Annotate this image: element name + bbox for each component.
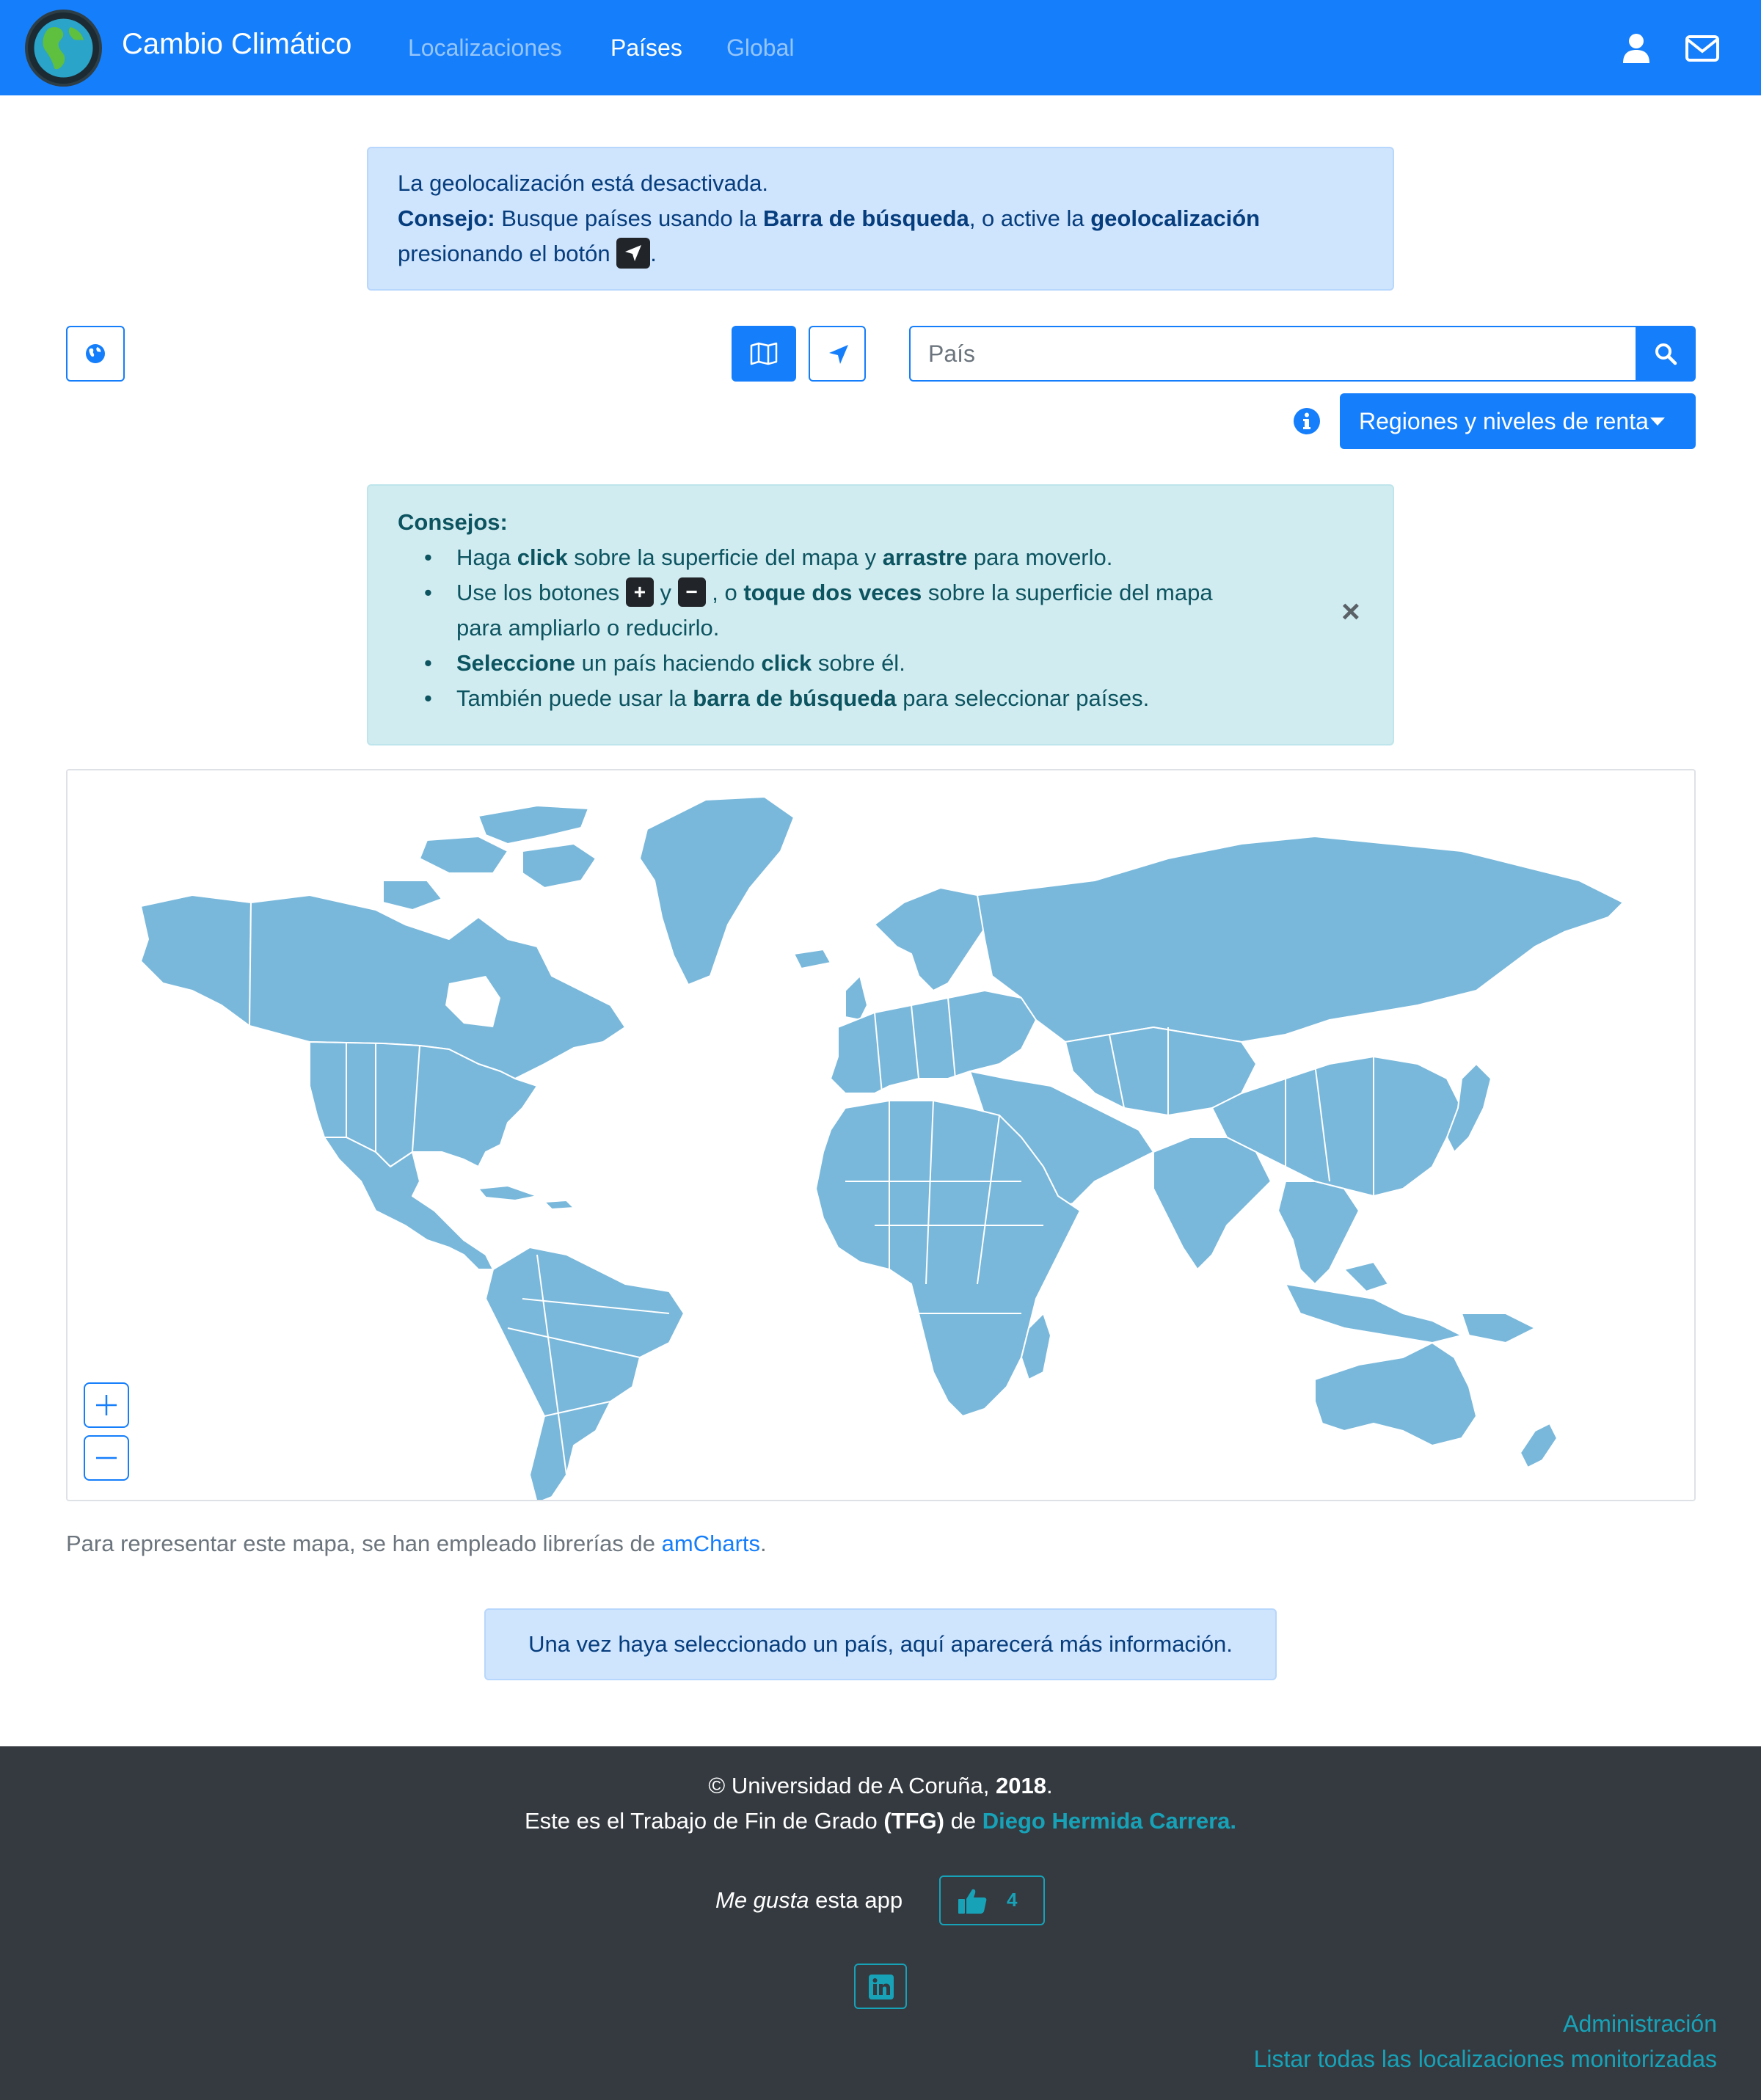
tips-title: Consejos: [398, 509, 508, 535]
nav-link-paises[interactable]: Países [610, 34, 682, 62]
admin-link[interactable]: Administración [1563, 2010, 1717, 2038]
geo-alert-tip-label: Consejo: [398, 205, 495, 231]
tips-alert: Consejos: • Haga click sobre la superfic… [367, 484, 1394, 745]
tip-item: • Seleccione un país haciendo click sobr… [424, 650, 905, 676]
country-alaska [140, 894, 252, 1027]
like-button[interactable]: 4 [939, 1875, 1045, 1925]
plus-icon [96, 1395, 117, 1415]
navbar: Cambio Climático Localizaciones Países G… [0, 0, 1761, 95]
brand-title[interactable]: Cambio Climático [122, 28, 351, 61]
country-australia [1314, 1342, 1477, 1446]
country-arctic-islands [478, 805, 589, 845]
country-greenland [639, 796, 795, 985]
country-new-zealand [1520, 1423, 1558, 1468]
linkedin-button[interactable] [854, 1964, 907, 2009]
user-icon[interactable] [1620, 32, 1652, 65]
tfg-line: Este es el Trabajo de Fin de Grado (TFG)… [524, 1808, 1237, 1834]
linkedin-icon [869, 1975, 894, 1999]
like-count: 4 [1007, 1889, 1018, 1911]
earth-logo-icon[interactable] [25, 10, 102, 87]
country-info-text: Una vez haya seleccionado un país, aquí … [528, 1631, 1233, 1657]
thumbs-up-icon [958, 1889, 987, 1914]
country-south-america [485, 1247, 685, 1500]
geo-alert-line1: La geolocalización está desactivada. [398, 170, 768, 196]
globe-icon [86, 344, 105, 363]
regions-dropdown-button[interactable]: Regiones y niveles de renta [1340, 393, 1696, 449]
country-iceland [793, 949, 831, 969]
country-uk [845, 975, 868, 1021]
info-icon[interactable] [1293, 407, 1321, 435]
country-search-input[interactable] [909, 326, 1637, 382]
country-hispaniola [544, 1200, 575, 1210]
map-credit: Para representar este mapa, se han emple… [66, 1531, 767, 1556]
geolocation-alert: La geolocalización está desactivada. Con… [367, 147, 1394, 291]
minus-key-icon: − [677, 577, 706, 607]
global-view-button[interactable] [66, 326, 125, 382]
copyright: © Universidad de A Coruña, 2018. [708, 1773, 1053, 1798]
country-indonesia [1343, 1261, 1389, 1292]
country-india [1153, 1137, 1272, 1270]
zoom-in-button[interactable] [84, 1382, 129, 1428]
zoom-out-button[interactable] [84, 1435, 129, 1481]
search-icon [1655, 343, 1677, 365]
regions-dropdown-label: Regiones y niveles de renta [1359, 408, 1649, 434]
caret-down-icon [1650, 418, 1665, 426]
envelope-icon[interactable] [1685, 32, 1720, 65]
country-cuba [478, 1185, 538, 1201]
location-arrow-key-icon [616, 237, 651, 269]
country-indonesia [1285, 1283, 1462, 1344]
country-arctic-islands [522, 843, 597, 889]
footer: © Universidad de A Coruña, 2018. Este es… [0, 1746, 1761, 2100]
location-arrow-icon [829, 345, 848, 364]
map-view-button[interactable] [732, 326, 796, 382]
country-info-alert: Una vez haya seleccionado un país, aquí … [484, 1608, 1277, 1680]
minus-icon [96, 1456, 117, 1459]
geolocation-button[interactable] [809, 326, 866, 382]
tip-item: • Haga click sobre la superficie del map… [424, 544, 1113, 570]
tip-item: • Use los botones + y − , o toque dos ve… [424, 575, 1363, 646]
like-text: Me gusta esta app [715, 1887, 903, 1913]
country-arctic-islands [419, 836, 508, 874]
map-icon [750, 342, 778, 365]
plus-key-icon: + [625, 577, 654, 607]
nav-link-global[interactable]: Global [726, 34, 795, 62]
country-scandinavia [874, 887, 993, 991]
search-button[interactable] [1636, 326, 1696, 382]
author-link[interactable]: Diego Hermida Carrera. [982, 1808, 1236, 1834]
world-map-svg[interactable] [68, 770, 1696, 1501]
tip-item: • También puede usar la barra de búsqued… [424, 685, 1150, 711]
country-arctic-islands [382, 880, 442, 911]
nav-link-localizaciones[interactable]: Localizaciones [408, 34, 562, 62]
world-map[interactable] [66, 769, 1696, 1501]
list-locations-link[interactable]: Listar todas las localizaciones monitori… [1254, 2046, 1717, 2073]
amcharts-link[interactable]: amCharts [662, 1531, 760, 1556]
country-russia [977, 836, 1624, 1043]
close-tips-button[interactable]: × [1341, 596, 1360, 628]
country-papua [1461, 1313, 1536, 1344]
